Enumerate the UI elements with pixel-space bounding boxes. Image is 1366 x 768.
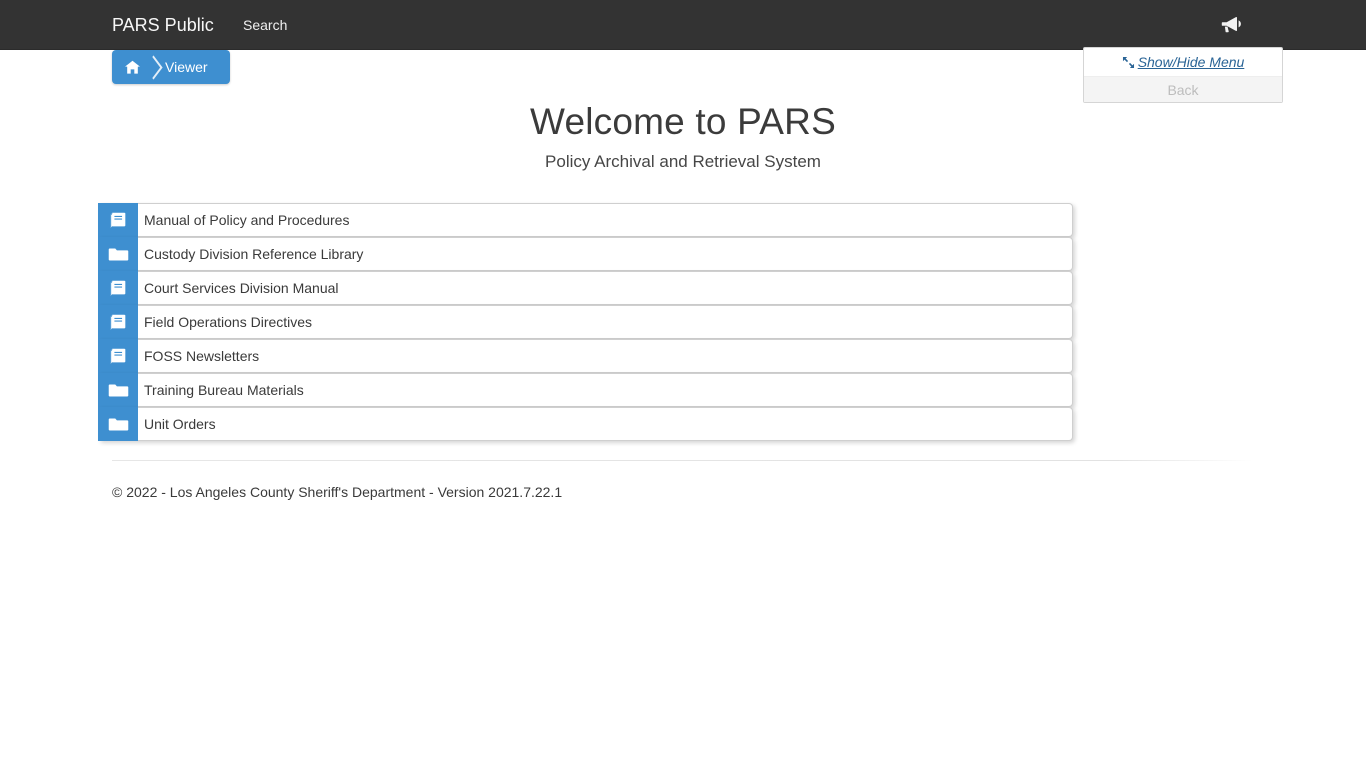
breadcrumb-current: Viewer — [165, 59, 208, 75]
book-icon — [98, 203, 138, 237]
expand-collapse-arrows-icon — [1122, 56, 1135, 69]
list-item-label: FOSS Newsletters — [144, 348, 260, 364]
list-item[interactable]: Manual of Policy and Procedures — [98, 203, 1073, 237]
megaphone-icon[interactable] — [1220, 13, 1244, 37]
list-item-label: Field Operations Directives — [144, 314, 313, 330]
top-navbar: PARS Public Search — [0, 0, 1366, 50]
navbar-search-link[interactable]: Search — [243, 0, 287, 50]
breadcrumb-home-link[interactable] — [112, 50, 145, 84]
show-hide-menu-label: Show/Hide Menu — [1137, 54, 1245, 70]
show-hide-menu-link[interactable]: Show/Hide Menu — [1122, 54, 1245, 70]
book-icon — [98, 305, 138, 339]
footer-divider — [112, 460, 1253, 461]
back-button[interactable]: Back — [1084, 76, 1282, 102]
folder-icon — [98, 373, 138, 407]
list-item[interactable]: FOSS Newsletters — [98, 339, 1073, 373]
navbar-brand[interactable]: PARS Public — [112, 0, 214, 50]
page-title: Welcome to PARS — [530, 101, 836, 142]
list-item-label: Custody Division Reference Library — [144, 246, 364, 262]
folder-icon — [98, 237, 138, 271]
list-item[interactable]: Unit Orders — [98, 407, 1073, 441]
list-item[interactable]: Court Services Division Manual — [98, 271, 1073, 305]
home-icon — [124, 59, 141, 76]
footer-copyright: © 2022 - Los Angeles County Sheriff's De… — [112, 484, 563, 500]
list-item-label: Court Services Division Manual — [144, 280, 339, 296]
document-list: Manual of Policy and Procedures Custody D… — [98, 203, 1073, 441]
list-item[interactable]: Training Bureau Materials — [98, 373, 1073, 407]
list-item-label: Unit Orders — [144, 416, 216, 432]
breadcrumb: Viewer — [112, 50, 230, 84]
list-item[interactable]: Field Operations Directives — [98, 305, 1073, 339]
page-subtitle: Policy Archival and Retrieval System — [545, 152, 821, 171]
book-icon — [98, 271, 138, 305]
list-item-label: Manual of Policy and Procedures — [144, 212, 350, 228]
menu-toggle-panel: Show/Hide Menu Back — [1083, 47, 1283, 103]
menu-toggle-row[interactable]: Show/Hide Menu — [1084, 48, 1282, 76]
folder-icon — [98, 407, 138, 441]
list-item-label: Training Bureau Materials — [144, 382, 304, 398]
breadcrumb-separator-icon — [145, 50, 161, 84]
list-item[interactable]: Custody Division Reference Library — [98, 237, 1073, 271]
book-icon — [98, 339, 138, 373]
